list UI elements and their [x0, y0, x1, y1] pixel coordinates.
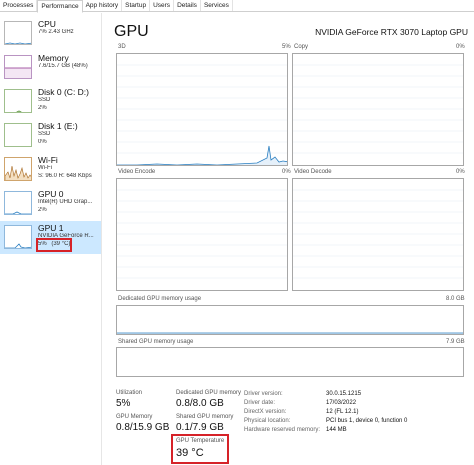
tab-startup[interactable]: Startup [122, 0, 151, 11]
tab-services[interactable]: Services [201, 0, 233, 11]
graph-label-3d: 3D [118, 44, 126, 50]
gpu-0-thumbnail-graph [4, 191, 32, 215]
sidebar-item-label: Wi-Fi [38, 155, 58, 165]
dedicated-memory-value: 0.8/8.0 GB [176, 398, 224, 409]
sidebar-item-label: Disk 0 (C: D:) [38, 87, 89, 97]
graph-label-copy: Copy [294, 44, 309, 50]
sidebar-item-label: Memory [38, 53, 69, 63]
graph-pct-video-encode: 0% [282, 169, 291, 175]
sidebar-item-label: CPU [38, 19, 56, 29]
sidebar-item-detail: Intel(R) UHD Grap... [38, 199, 93, 205]
sidebar-item-detail: Wi-Fi [38, 165, 52, 171]
physical-location-label: Physical location: [244, 418, 291, 424]
graph-pct-copy: 0% [456, 44, 465, 50]
sidebar-item-detail: SSD [38, 131, 51, 137]
gpu-memory-value: 0.8/15.9 GB [116, 422, 170, 433]
tab-performance[interactable]: Performance [37, 0, 83, 13]
temperature-highlight-box [171, 434, 229, 464]
tab-users[interactable]: Users [150, 0, 175, 11]
sidebar-item-detail: 2% [38, 206, 47, 213]
physical-location-value: PCI bus 1, device 0, function 0 [326, 418, 408, 424]
graph-max-dedicated-memory: 8.0 GB [446, 296, 465, 302]
gpu-1-thumbnail-graph [4, 225, 32, 249]
tab-details[interactable]: Details [174, 0, 201, 11]
disk-0-thumbnail-graph [4, 89, 32, 113]
sidebar-item-detail: 7% 2.43 GHz [38, 29, 74, 35]
dedicated-memory-label: Dedicated GPU memory [176, 390, 242, 396]
sidebar-item-disk-0[interactable]: Disk 0 (C: D:) SSD 2% [0, 85, 101, 118]
graph-dedicated-memory[interactable] [116, 305, 464, 335]
temperature-highlight-box [36, 238, 72, 252]
memory-thumbnail-graph [4, 55, 32, 79]
tab-app-history[interactable]: App history [83, 0, 123, 11]
graph-max-shared-memory: 7.9 GB [446, 339, 465, 345]
sidebar-item-label: Disk 1 (E:) [38, 121, 78, 131]
graph-label-video-decode: Video Decode [294, 169, 332, 175]
driver-version-label: Driver version: [244, 391, 283, 397]
graph-label-shared-memory: Shared GPU memory usage [118, 339, 194, 345]
disk-1-thumbnail-graph [4, 123, 32, 147]
wifi-thumbnail-graph [4, 157, 32, 181]
shared-memory-value: 0.1/7.9 GB [176, 422, 224, 433]
graph-label-video-encode: Video Encode [118, 169, 156, 175]
utilization-label: Utilization [116, 390, 143, 396]
sidebar-item-detail: 7.6/15.7 GB (48%) [38, 63, 88, 69]
graph-video-encode[interactable] [116, 178, 288, 291]
reserved-memory-label: Hardware reserved memory: [244, 427, 321, 433]
graph-pct-3d: 5% [282, 44, 291, 50]
graph-video-decode[interactable] [292, 178, 464, 291]
sidebar-item-memory[interactable]: Memory 7.6/15.7 GB (48%) [0, 51, 101, 84]
graph-label-dedicated-memory: Dedicated GPU memory usage [118, 296, 202, 302]
graph-shared-memory[interactable] [116, 347, 464, 377]
driver-version-value: 30.0.15.1215 [326, 391, 362, 397]
tab-processes[interactable]: Processes [0, 0, 38, 11]
sidebar-item-detail: 2% [38, 104, 47, 111]
sidebar-item-detail: 0% [38, 138, 47, 145]
driver-date-label: Driver date: [244, 400, 276, 406]
graph-copy[interactable] [292, 53, 464, 166]
sidebar-item-disk-1[interactable]: Disk 1 (E:) SSD 0% [0, 119, 101, 152]
shared-memory-label: Shared GPU memory [176, 414, 234, 420]
driver-date-value: 17/03/2022 [326, 400, 357, 406]
gpu-device-name: NVIDIA GeForce RTX 3070 Laptop GPU [315, 27, 468, 37]
sidebar-item-label: GPU 0 [38, 189, 64, 199]
sidebar-item-wifi[interactable]: Wi-Fi Wi-Fi S: 96.0 R: 648 Kbps [0, 153, 101, 186]
directx-version-label: DirectX version: [244, 409, 287, 415]
directx-version-value: 12 (FL 12.1) [326, 409, 359, 415]
resource-sidebar: CPU 7% 2.43 GHz Memory 7.6/15.7 GB (48%)… [0, 13, 102, 465]
cpu-thumbnail-graph [4, 21, 32, 45]
sidebar-item-label: GPU 1 [38, 223, 64, 233]
reserved-memory-value: 144 MB [326, 427, 347, 433]
utilization-value: 5% [116, 398, 131, 409]
tab-bar: Processes Performance App history Startu… [0, 0, 474, 13]
sidebar-item-cpu[interactable]: CPU 7% 2.43 GHz [0, 17, 101, 50]
sidebar-item-detail: SSD [38, 97, 51, 103]
page-title: GPU [114, 23, 149, 40]
sidebar-item-detail: S: 96.0 R: 648 Kbps [38, 172, 92, 179]
graph-pct-video-decode: 0% [456, 169, 465, 175]
gpu-detail-panel: GPU NVIDIA GeForce RTX 3070 Laptop GPU 3… [104, 13, 474, 465]
graph-3d[interactable] [116, 53, 288, 166]
gpu-memory-label: GPU Memory [116, 414, 153, 420]
sidebar-item-gpu-0[interactable]: GPU 0 Intel(R) UHD Grap... 2% [0, 187, 101, 220]
